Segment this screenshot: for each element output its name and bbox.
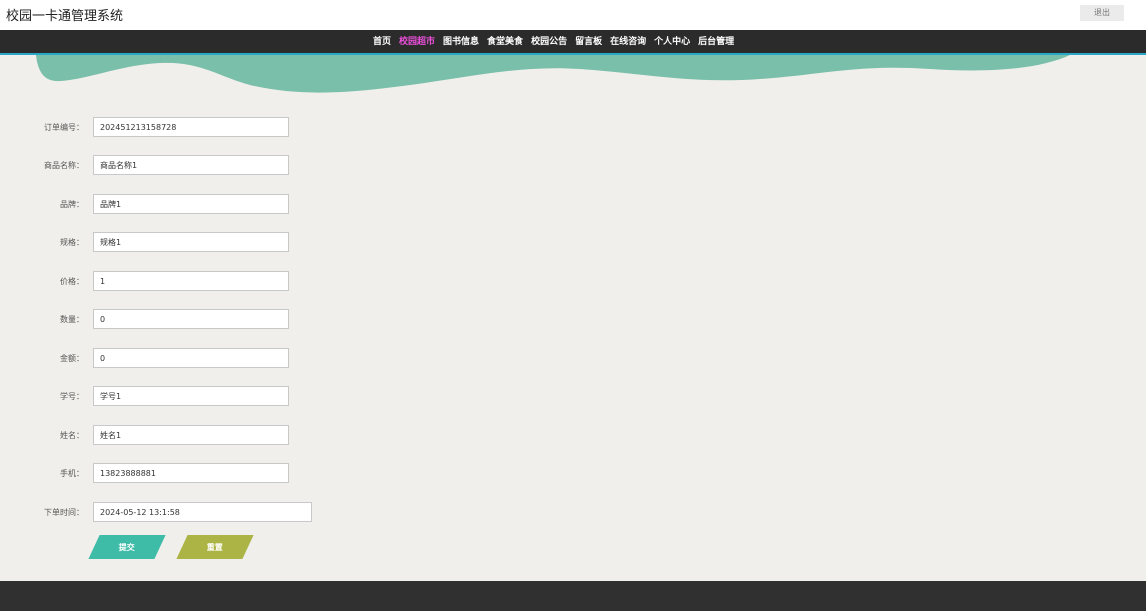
form-row-name: 姓名： xyxy=(0,425,400,447)
phone-label: 手机： xyxy=(60,469,84,478)
form-row-student-id: 学号： xyxy=(0,386,400,408)
reset-button-label: 重置 xyxy=(207,542,223,552)
top-header: 校园一卡通管理系统 退出 xyxy=(0,0,1146,30)
amount-input[interactable] xyxy=(93,348,289,368)
phone-input[interactable] xyxy=(93,463,289,483)
order-number-label: 订单编号： xyxy=(44,123,84,132)
submit-button-label: 提交 xyxy=(119,542,135,552)
student-id-label: 学号： xyxy=(60,392,84,401)
reset-button[interactable]: 重置 xyxy=(176,535,254,559)
form-row-brand: 品牌： xyxy=(0,194,400,216)
app-title: 校园一卡通管理系统 xyxy=(6,9,124,24)
logout-button[interactable]: 退出 xyxy=(1080,5,1124,21)
amount-label: 金额： xyxy=(60,354,84,363)
spec-label: 规格： xyxy=(60,238,84,247)
nav-item-home[interactable]: 首页 xyxy=(373,35,391,49)
quantity-input[interactable] xyxy=(93,309,289,329)
submit-button[interactable]: 提交 xyxy=(88,535,166,559)
product-name-input[interactable] xyxy=(93,155,289,175)
nav-item-books[interactable]: 图书信息 xyxy=(443,35,479,49)
form-row-product-name: 商品名称： xyxy=(0,155,400,177)
name-input[interactable] xyxy=(93,425,289,445)
form-row-spec: 规格： xyxy=(0,232,400,254)
nav-item-message-board[interactable]: 留言板 xyxy=(575,35,602,49)
main-nav: 首页 校园超市 图书信息 食堂美食 校园公告 留言板 在线咨询 个人中心 后台管… xyxy=(0,30,1146,54)
nav-item-personal-center[interactable]: 个人中心 xyxy=(654,35,690,49)
spec-input[interactable] xyxy=(93,232,289,252)
form-row-quantity: 数量： xyxy=(0,309,400,331)
decorative-wave-banner xyxy=(36,55,1070,93)
nav-item-online-consult[interactable]: 在线咨询 xyxy=(610,35,646,49)
form-row-amount: 金额： xyxy=(0,348,400,370)
form-row-order-number: 订单编号： xyxy=(0,117,400,139)
nav-item-admin[interactable]: 后台管理 xyxy=(698,35,734,49)
brand-label: 品牌： xyxy=(60,200,84,209)
form-row-phone: 手机： xyxy=(0,463,400,485)
order-time-label: 下单时间： xyxy=(44,508,84,517)
order-time-input[interactable] xyxy=(93,502,312,522)
nav-item-announcements[interactable]: 校园公告 xyxy=(531,35,567,49)
order-number-input[interactable] xyxy=(93,117,289,137)
footer xyxy=(0,581,1146,611)
price-input[interactable] xyxy=(93,271,289,291)
brand-input[interactable] xyxy=(93,194,289,214)
name-label: 姓名： xyxy=(60,431,84,440)
nav-item-canteen[interactable]: 食堂美食 xyxy=(487,35,523,49)
student-id-input[interactable] xyxy=(93,386,289,406)
product-name-label: 商品名称： xyxy=(44,161,84,170)
form-row-price: 价格： xyxy=(0,271,400,293)
form-row-order-time: 下单时间： xyxy=(0,502,400,524)
nav-item-supermarket[interactable]: 校园超市 xyxy=(399,35,435,49)
quantity-label: 数量： xyxy=(60,315,84,324)
price-label: 价格： xyxy=(60,277,84,286)
